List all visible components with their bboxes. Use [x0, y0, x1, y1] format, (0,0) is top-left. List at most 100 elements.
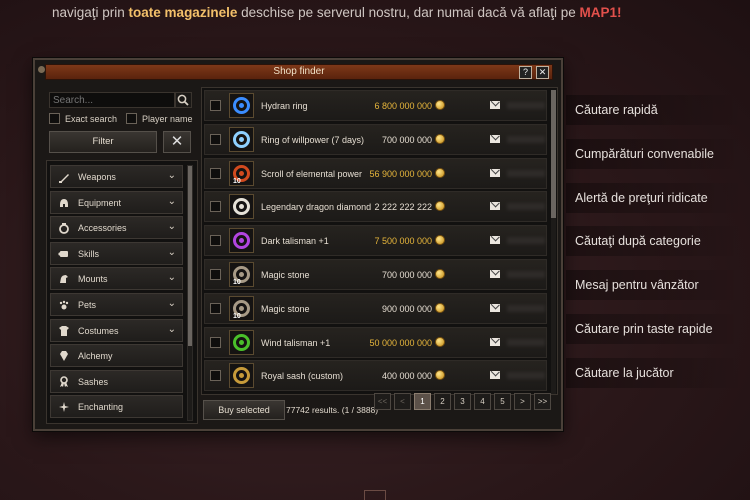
category-label: Pets: [78, 300, 97, 310]
player-name-option[interactable]: Player name: [126, 113, 193, 124]
mail-icon[interactable]: [490, 168, 500, 177]
player-name-checkbox[interactable]: [126, 113, 137, 124]
close-button[interactable]: ✕: [536, 66, 549, 79]
chevron-down-icon[interactable]: ⌄: [168, 272, 176, 283]
result-row[interactable]: Wind talisman +1 50 000 000 000: [204, 326, 547, 358]
seller-name-blurred: [507, 338, 545, 346]
mail-icon[interactable]: [490, 371, 500, 380]
item-price: 50 000 000 000: [369, 337, 432, 348]
chevron-down-icon[interactable]: ⌄: [168, 298, 176, 309]
results-scrollbar[interactable]: [551, 90, 556, 394]
chevron-down-icon[interactable]: ⌄: [168, 170, 176, 181]
page-button-0[interactable]: <<: [374, 393, 391, 410]
category-mounts[interactable]: Mounts ⌄: [50, 267, 183, 291]
category-costumes[interactable]: Costumes ⌄: [50, 318, 183, 342]
result-row[interactable]: Hydran ring 6 800 000 000: [204, 90, 547, 121]
coin-icon: [435, 235, 445, 246]
row-select-checkbox[interactable]: [210, 302, 221, 314]
chevron-down-icon[interactable]: ⌄: [168, 247, 176, 258]
category-label: Alchemy: [78, 351, 113, 362]
mail-icon[interactable]: [490, 134, 500, 143]
result-row[interactable]: Royal sash (custom) 400 000 000: [204, 360, 547, 392]
category-pets[interactable]: Pets ⌄: [50, 293, 183, 316]
category-scrollbar[interactable]: [187, 165, 193, 421]
chevron-down-icon[interactable]: ⌄: [168, 221, 176, 232]
help-button[interactable]: ?: [519, 66, 532, 79]
result-row[interactable]: Dark talisman +1 7 500 000 000: [204, 225, 547, 257]
page-button-3[interactable]: 2: [434, 393, 451, 410]
row-select-checkbox[interactable]: [210, 235, 221, 247]
row-select-checkbox[interactable]: [210, 201, 221, 213]
category-scrollbar-thumb[interactable]: [188, 166, 192, 346]
shirt-icon: [59, 325, 69, 336]
chevron-down-icon[interactable]: ⌄: [168, 324, 176, 335]
item-name: Royal sash (custom): [261, 371, 344, 382]
item-price: 2 222 222 222: [374, 202, 432, 213]
row-select-checkbox[interactable]: [210, 336, 221, 348]
clear-filter-button[interactable]: ✕: [163, 131, 191, 153]
category-accessories[interactable]: Accessories ⌄: [50, 216, 183, 240]
row-select-checkbox[interactable]: [210, 100, 221, 111]
category-enchanting[interactable]: Enchanting: [50, 395, 183, 419]
royal-sash-icon: [229, 363, 254, 389]
mail-icon[interactable]: [490, 303, 500, 312]
feature-item: Alertă de preţuri ridicate: [566, 182, 744, 213]
feature-item: Căutare rapidă: [566, 95, 744, 125]
row-select-checkbox[interactable]: [210, 370, 221, 382]
seller-name-blurred: [507, 304, 545, 312]
page-button-4[interactable]: 3: [454, 393, 471, 410]
category-sashes[interactable]: Sashes: [50, 369, 183, 393]
mail-icon[interactable]: [490, 236, 500, 245]
search-input[interactable]: [49, 92, 175, 108]
item-name: Magic stone: [261, 270, 310, 280]
mail-icon[interactable]: [490, 337, 500, 346]
mail-icon[interactable]: [490, 101, 500, 109]
item-name: Scroll of elemental power: [261, 168, 363, 179]
result-row[interactable]: 10 Magic stone 900 000 000: [204, 292, 547, 324]
page-button-2[interactable]: 1: [414, 393, 431, 410]
category-equipment[interactable]: Equipment ⌄: [50, 190, 183, 214]
exact-search-checkbox[interactable]: [49, 113, 60, 124]
category-skills[interactable]: Skills ⌄: [50, 241, 183, 265]
item-name: Wind talisman +1: [261, 337, 331, 348]
scroll-icon: [58, 250, 68, 257]
page-button-6[interactable]: 5: [494, 393, 511, 410]
buy-selected-button[interactable]: Buy selected: [203, 400, 285, 420]
category-weapons[interactable]: Weapons ⌄: [50, 165, 183, 188]
category-alchemy[interactable]: Alchemy: [50, 344, 183, 368]
window-titlebar[interactable]: Shop finder ? ✕: [45, 64, 553, 80]
page-button-5[interactable]: 4: [474, 393, 491, 410]
magic-stone-icon: 10: [229, 262, 254, 287]
exact-search-option[interactable]: Exact search: [49, 113, 117, 124]
seller-name-blurred: [507, 169, 545, 177]
intro-highlight-all-shops: toate magazinele: [128, 5, 238, 20]
gem-icon: [60, 351, 68, 362]
category-label: Sashes: [78, 376, 109, 387]
ribbon-icon: [60, 375, 68, 387]
hydran-ring-icon: [229, 93, 254, 118]
filter-button[interactable]: Filter: [49, 131, 157, 153]
intro-highlight-map: MAP1: [579, 5, 618, 20]
row-select-checkbox[interactable]: [210, 167, 221, 179]
page-button-8[interactable]: >>: [534, 393, 551, 410]
row-select-checkbox[interactable]: [210, 133, 221, 145]
row-select-checkbox[interactable]: [210, 269, 221, 280]
mail-icon[interactable]: [490, 270, 500, 278]
result-row[interactable]: Legendary dragon diamond 2 222 222 222: [204, 191, 547, 223]
mail-icon[interactable]: [490, 202, 500, 211]
result-row[interactable]: Ring of willpower (7 days) 700 000 000: [204, 123, 547, 155]
feature-item: Cumpărături convenabile: [566, 138, 744, 169]
results-scrollbar-thumb[interactable]: [551, 90, 556, 218]
result-row[interactable]: 10 Magic stone 700 000 000: [204, 259, 547, 290]
category-label: Costumes: [78, 325, 119, 336]
category-label: Weapons: [78, 172, 116, 182]
item-price: 7 500 000 000: [374, 236, 432, 247]
result-row[interactable]: 10 Scroll of elemental power 56 900 000 00…: [204, 157, 547, 189]
player-name-label: Player name: [142, 113, 193, 124]
search-button[interactable]: [175, 92, 192, 108]
category-label: Skills: [78, 248, 100, 259]
chevron-down-icon[interactable]: ⌄: [168, 196, 176, 207]
category-label: Mounts: [78, 274, 108, 285]
page-button-7[interactable]: >: [514, 393, 531, 410]
page-button-1[interactable]: <: [394, 393, 411, 410]
